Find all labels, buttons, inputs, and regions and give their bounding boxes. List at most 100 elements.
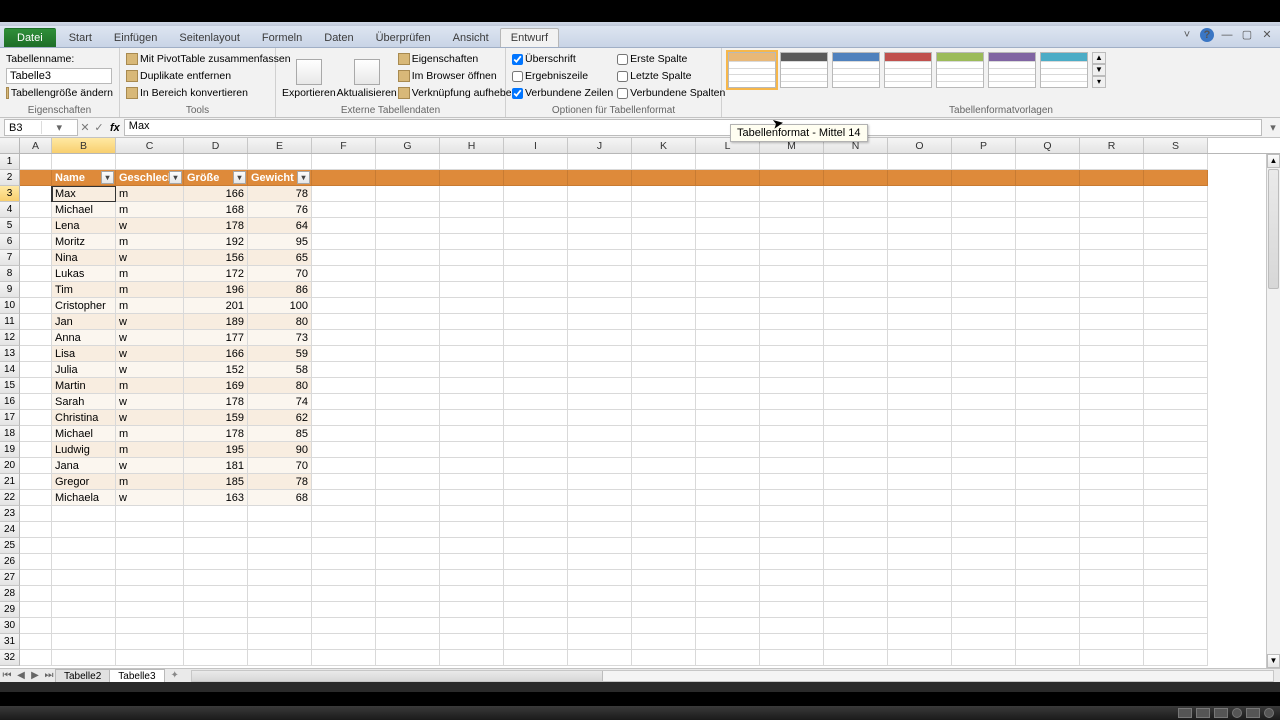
cell[interactable] [1144, 154, 1208, 170]
cell[interactable] [312, 458, 376, 474]
cell[interactable]: Sarah [52, 394, 116, 410]
cell[interactable] [696, 170, 760, 186]
cell[interactable] [376, 426, 440, 442]
cell[interactable] [376, 266, 440, 282]
cell[interactable] [824, 362, 888, 378]
cell[interactable] [248, 586, 312, 602]
cell[interactable] [504, 538, 568, 554]
cell[interactable] [440, 634, 504, 650]
cell[interactable] [696, 410, 760, 426]
cell[interactable] [184, 154, 248, 170]
cell[interactable] [312, 170, 376, 186]
cell[interactable] [696, 250, 760, 266]
cell[interactable]: Moritz [52, 234, 116, 250]
cell[interactable] [1080, 618, 1144, 634]
cell[interactable] [116, 154, 184, 170]
cell[interactable] [760, 538, 824, 554]
cell[interactable] [20, 394, 52, 410]
table-style-swatch[interactable] [1040, 52, 1088, 88]
cell[interactable]: 90 [248, 442, 312, 458]
cell[interactable] [504, 618, 568, 634]
cell[interactable]: 95 [248, 234, 312, 250]
cell[interactable] [440, 186, 504, 202]
cell[interactable]: w [116, 490, 184, 506]
cell[interactable]: Martin [52, 378, 116, 394]
cell[interactable] [824, 314, 888, 330]
cell[interactable] [568, 218, 632, 234]
cell[interactable] [568, 378, 632, 394]
cell[interactable] [376, 362, 440, 378]
cell[interactable] [568, 330, 632, 346]
tab-design[interactable]: Entwurf [500, 28, 559, 47]
cell[interactable] [440, 602, 504, 618]
cell[interactable] [1016, 554, 1080, 570]
cell[interactable] [312, 426, 376, 442]
cell[interactable] [1080, 522, 1144, 538]
cell[interactable] [440, 554, 504, 570]
cell[interactable] [760, 202, 824, 218]
cell[interactable] [568, 170, 632, 186]
tray-icon[interactable] [1246, 708, 1260, 718]
cell[interactable] [1144, 378, 1208, 394]
resize-table-button[interactable]: Tabellengröße ändern [6, 85, 113, 101]
cell[interactable]: 159 [184, 410, 248, 426]
cell[interactable]: 62 [248, 410, 312, 426]
cell[interactable] [248, 522, 312, 538]
cell[interactable]: 196 [184, 282, 248, 298]
cell[interactable] [20, 186, 52, 202]
cell[interactable] [632, 634, 696, 650]
cell[interactable] [824, 394, 888, 410]
cell[interactable] [1080, 298, 1144, 314]
table-name-input[interactable] [6, 68, 112, 84]
cell[interactable] [1080, 394, 1144, 410]
cell[interactable] [568, 202, 632, 218]
cell[interactable] [312, 570, 376, 586]
cell[interactable] [1016, 186, 1080, 202]
row-header[interactable]: 10 [0, 298, 20, 314]
row-header[interactable]: 28 [0, 586, 20, 602]
cell[interactable] [1080, 266, 1144, 282]
cell[interactable] [52, 154, 116, 170]
cell[interactable]: 172 [184, 266, 248, 282]
cell[interactable] [952, 410, 1016, 426]
cell[interactable] [440, 442, 504, 458]
window-restore-icon[interactable]: ▢ [1240, 28, 1254, 42]
cell[interactable] [824, 474, 888, 490]
cell[interactable] [504, 378, 568, 394]
cell[interactable] [184, 650, 248, 666]
row-header[interactable]: 29 [0, 602, 20, 618]
refresh-button[interactable]: Aktualisieren [340, 50, 394, 105]
cell[interactable]: Lisa [52, 346, 116, 362]
cell[interactable] [824, 458, 888, 474]
total-row-checkbox[interactable] [512, 71, 523, 82]
cell[interactable] [1016, 250, 1080, 266]
cell[interactable]: Lukas [52, 266, 116, 282]
cell[interactable]: 189 [184, 314, 248, 330]
cell[interactable] [1016, 506, 1080, 522]
cell[interactable] [20, 650, 52, 666]
cell[interactable] [952, 378, 1016, 394]
cell[interactable] [824, 186, 888, 202]
cell[interactable] [312, 618, 376, 634]
cell[interactable]: w [116, 346, 184, 362]
cell[interactable] [20, 554, 52, 570]
cell[interactable] [440, 618, 504, 634]
cell[interactable]: 178 [184, 426, 248, 442]
cell[interactable] [1144, 410, 1208, 426]
cell[interactable] [632, 490, 696, 506]
cell[interactable] [1080, 586, 1144, 602]
cell[interactable] [376, 330, 440, 346]
convert-range-button[interactable]: In Bereich konvertieren [126, 85, 291, 101]
cell[interactable] [20, 346, 52, 362]
column-header[interactable]: F [312, 138, 376, 153]
cell[interactable] [632, 362, 696, 378]
cell[interactable] [824, 554, 888, 570]
row-header[interactable]: 2 [0, 170, 20, 186]
cell[interactable] [376, 202, 440, 218]
cell[interactable]: 78 [248, 474, 312, 490]
cell[interactable] [696, 602, 760, 618]
cell[interactable] [952, 282, 1016, 298]
cell[interactable] [20, 154, 52, 170]
cell[interactable] [440, 234, 504, 250]
cell[interactable]: 185 [184, 474, 248, 490]
